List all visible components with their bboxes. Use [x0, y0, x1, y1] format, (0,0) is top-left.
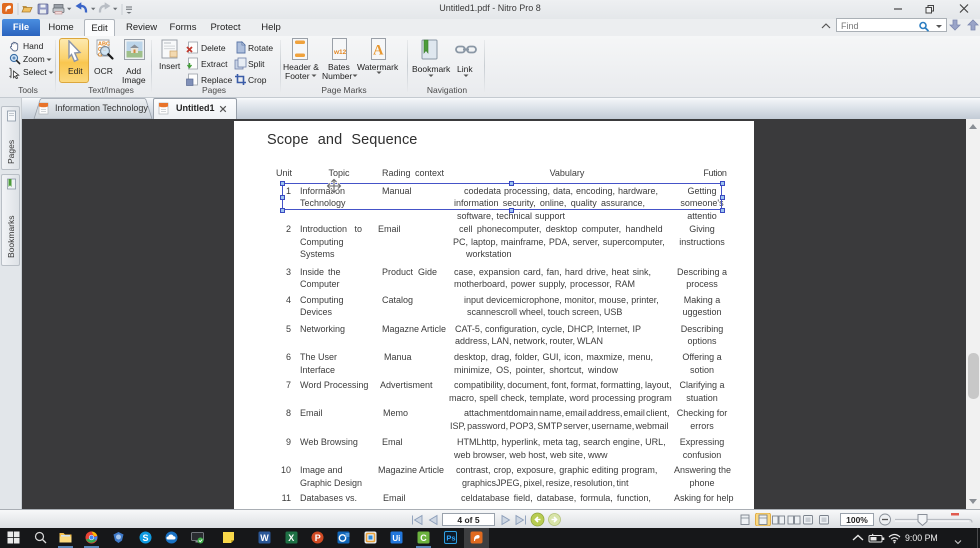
svg-text:Ps: Ps — [446, 534, 455, 543]
svg-text:W: W — [260, 533, 269, 543]
svg-text:Ui: Ui — [392, 534, 400, 543]
svg-text:X: X — [288, 533, 294, 543]
svg-text:w12: w12 — [333, 49, 347, 56]
svg-text:S: S — [143, 533, 149, 543]
svg-text:P: P — [315, 533, 321, 543]
svg-text:A: A — [373, 43, 384, 59]
svg-text:C: C — [420, 533, 427, 543]
